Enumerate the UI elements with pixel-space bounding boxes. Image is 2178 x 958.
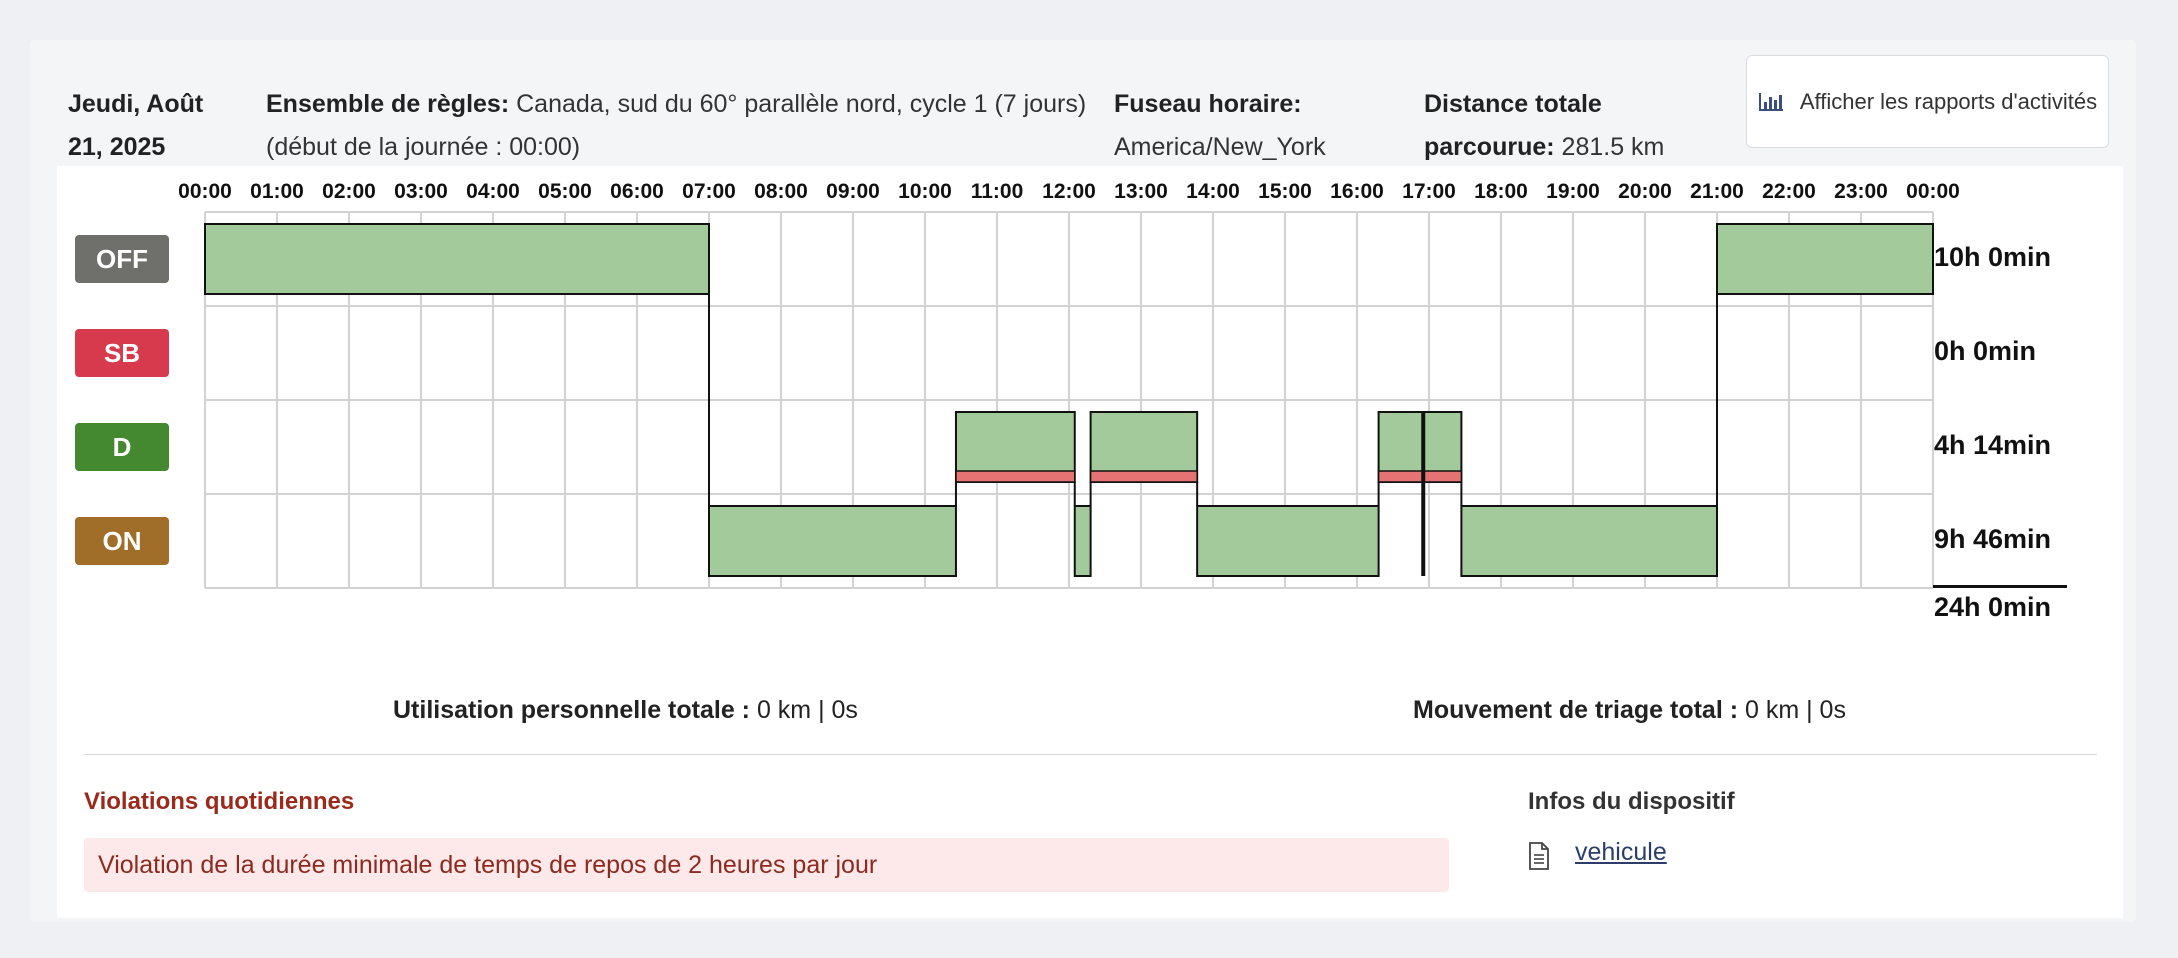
ruleset-label: Ensemble de règles: — [266, 90, 510, 118]
duty-status-chart — [204, 211, 1934, 589]
status-total-d: 4h 14min — [1934, 430, 2052, 460]
ruleset-info: Ensemble de règles: Canada, sud du 60° p… — [266, 83, 1086, 169]
activity-reports-button[interactable]: Afficher les rapports d'activités — [1746, 55, 2109, 148]
log-date: Jeudi, Août 21, 2025 — [68, 90, 204, 161]
section-divider — [84, 754, 2097, 755]
status-badge-sb: SB — [75, 329, 169, 377]
timezone-value: America/New_York — [1114, 133, 1326, 161]
log-card: 00:00 01:00 02:00 03:00 04:00 05:00 06:00 07:00… — [57, 166, 2123, 918]
distance-info: Distance totale parcourue: 281.5 km — [1424, 90, 1665, 161]
status-total-sb: 0h 0min — [1934, 336, 2037, 366]
vehicle-link[interactable]: vehicule — [1575, 838, 1667, 867]
device-info-title: Infos du dispositif — [1528, 788, 1735, 815]
log-page: Jeudi, Août 21, 2025 Ensemble de règles: … — [30, 40, 2136, 922]
timezone-info: Fuseau horaire: America/New_York — [1114, 83, 1326, 169]
grand-total: 24h 0min — [1934, 592, 2052, 622]
daily-violations-title: Violations quotidiennes — [84, 788, 355, 815]
distance-value: 281.5 km — [1561, 133, 1665, 161]
ruleset-value: Canada, sud du 60° parallèle nord, cycle… — [516, 90, 1087, 118]
violation-bar — [1089, 470, 1198, 483]
segment-on — [708, 505, 957, 577]
document-icon — [1529, 842, 1549, 870]
status-total-off: 10h 0min — [1934, 242, 2052, 272]
violation-item: Violation de la durée minimale de temps … — [84, 838, 1449, 892]
segment-off — [1716, 223, 1934, 295]
violation-bar — [1377, 470, 1463, 483]
status-badge-on: ON — [75, 517, 169, 565]
personal-use-metric: Utilisation personnelle totale : 0 km | … — [393, 696, 858, 724]
timezone-label: Fuseau horaire: — [1114, 90, 1302, 118]
yard-move-metric: Mouvement de triage total : 0 km | 0s — [1413, 696, 1846, 724]
segment-on — [1073, 505, 1092, 577]
violation-bar — [955, 470, 1076, 483]
segment-on — [1460, 505, 1719, 577]
segment-off — [204, 223, 710, 295]
status-total-on: 9h 46min — [1934, 524, 2052, 554]
status-badge-d: D — [75, 423, 169, 471]
activity-reports-label: Afficher les rapports d'activités — [1799, 88, 2098, 114]
totals-divider — [1933, 585, 2067, 588]
bar-chart-icon — [1758, 92, 1783, 111]
status-badge-off: OFF — [75, 235, 169, 283]
ruleset-day-start: (début de la journée : 00:00) — [266, 133, 581, 161]
segment-on — [1196, 505, 1380, 577]
